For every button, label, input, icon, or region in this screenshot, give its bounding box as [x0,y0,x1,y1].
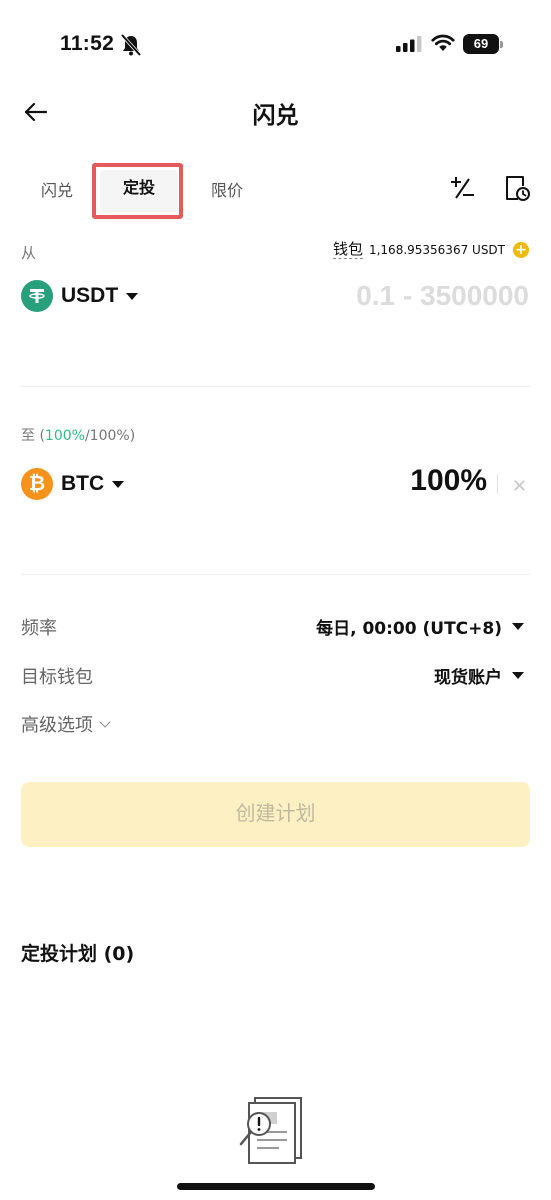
battery-indicator: 69 [463,34,503,54]
highlight-annotation [92,163,183,219]
usdt-icon [21,280,53,312]
battery-tip [500,41,503,48]
deposit-plus-icon[interactable]: + [513,241,529,258]
from-coin-selector[interactable]: USDT [21,280,139,312]
btc-icon: ₿ [21,468,53,500]
target-wallet-selector[interactable]: 现货账户 [434,663,524,688]
clear-icon[interactable]: ✕ [512,476,527,497]
to-coin-selector[interactable]: ₿ BTC [21,468,125,500]
wifi-icon [431,34,455,51]
from-coin-name: USDT [61,284,119,307]
amount-input[interactable]: 0.1 - 3500000 [356,280,529,312]
battery-level: 69 [463,34,499,54]
to-allocated-pct: 100% [44,428,85,444]
dropdown-caret-icon [512,672,524,679]
divider [21,574,530,575]
dropdown-caret-icon [112,480,125,488]
plans-title: 定投计划 (0) [21,943,135,965]
frequency-label: 频率 [21,618,57,639]
silent-bell-icon [121,34,141,56]
home-indicator [177,1183,375,1190]
dropdown-caret-icon [126,292,139,300]
advanced-options-label: 高级选项 [21,715,93,736]
target-wallet-label: 目标钱包 [21,667,93,688]
status-time: 11:52 [60,32,115,55]
wallet-link[interactable]: 钱包 [332,240,363,259]
empty-state-icon [239,1097,302,1164]
from-label: 从 [21,244,37,262]
wallet-balance-row: 钱包 1,168.95356367 USDT + [332,240,529,259]
advanced-options-toggle[interactable]: 高级选项 [21,711,111,737]
plus-minus-icon[interactable] [448,174,476,202]
cellular-signal-icon [396,36,422,52]
divider [21,386,530,387]
input-separator [497,474,498,494]
to-coin-name: BTC [61,472,105,495]
page-title: 闪兑 [252,103,299,129]
frequency-selector[interactable]: 每日, 00:00 (UTC+8) [316,614,524,639]
tab-limit[interactable]: 限价 [211,177,243,201]
chevron-down-icon [99,715,111,728]
tab-flash-swap[interactable]: 闪兑 [41,177,73,201]
frequency-value: 每日, 00:00 (UTC+8) [316,619,502,639]
allocation-percentage-input[interactable]: 100% [410,464,487,498]
dropdown-caret-icon [512,623,524,630]
target-wallet-value: 现货账户 [434,668,502,688]
to-label: 至 (100%/100%) [21,428,136,444]
wallet-balance: 1,168.95356367 USDT [368,242,505,257]
order-history-icon[interactable] [503,174,531,202]
create-plan-button[interactable]: 创建计划 [21,782,530,847]
